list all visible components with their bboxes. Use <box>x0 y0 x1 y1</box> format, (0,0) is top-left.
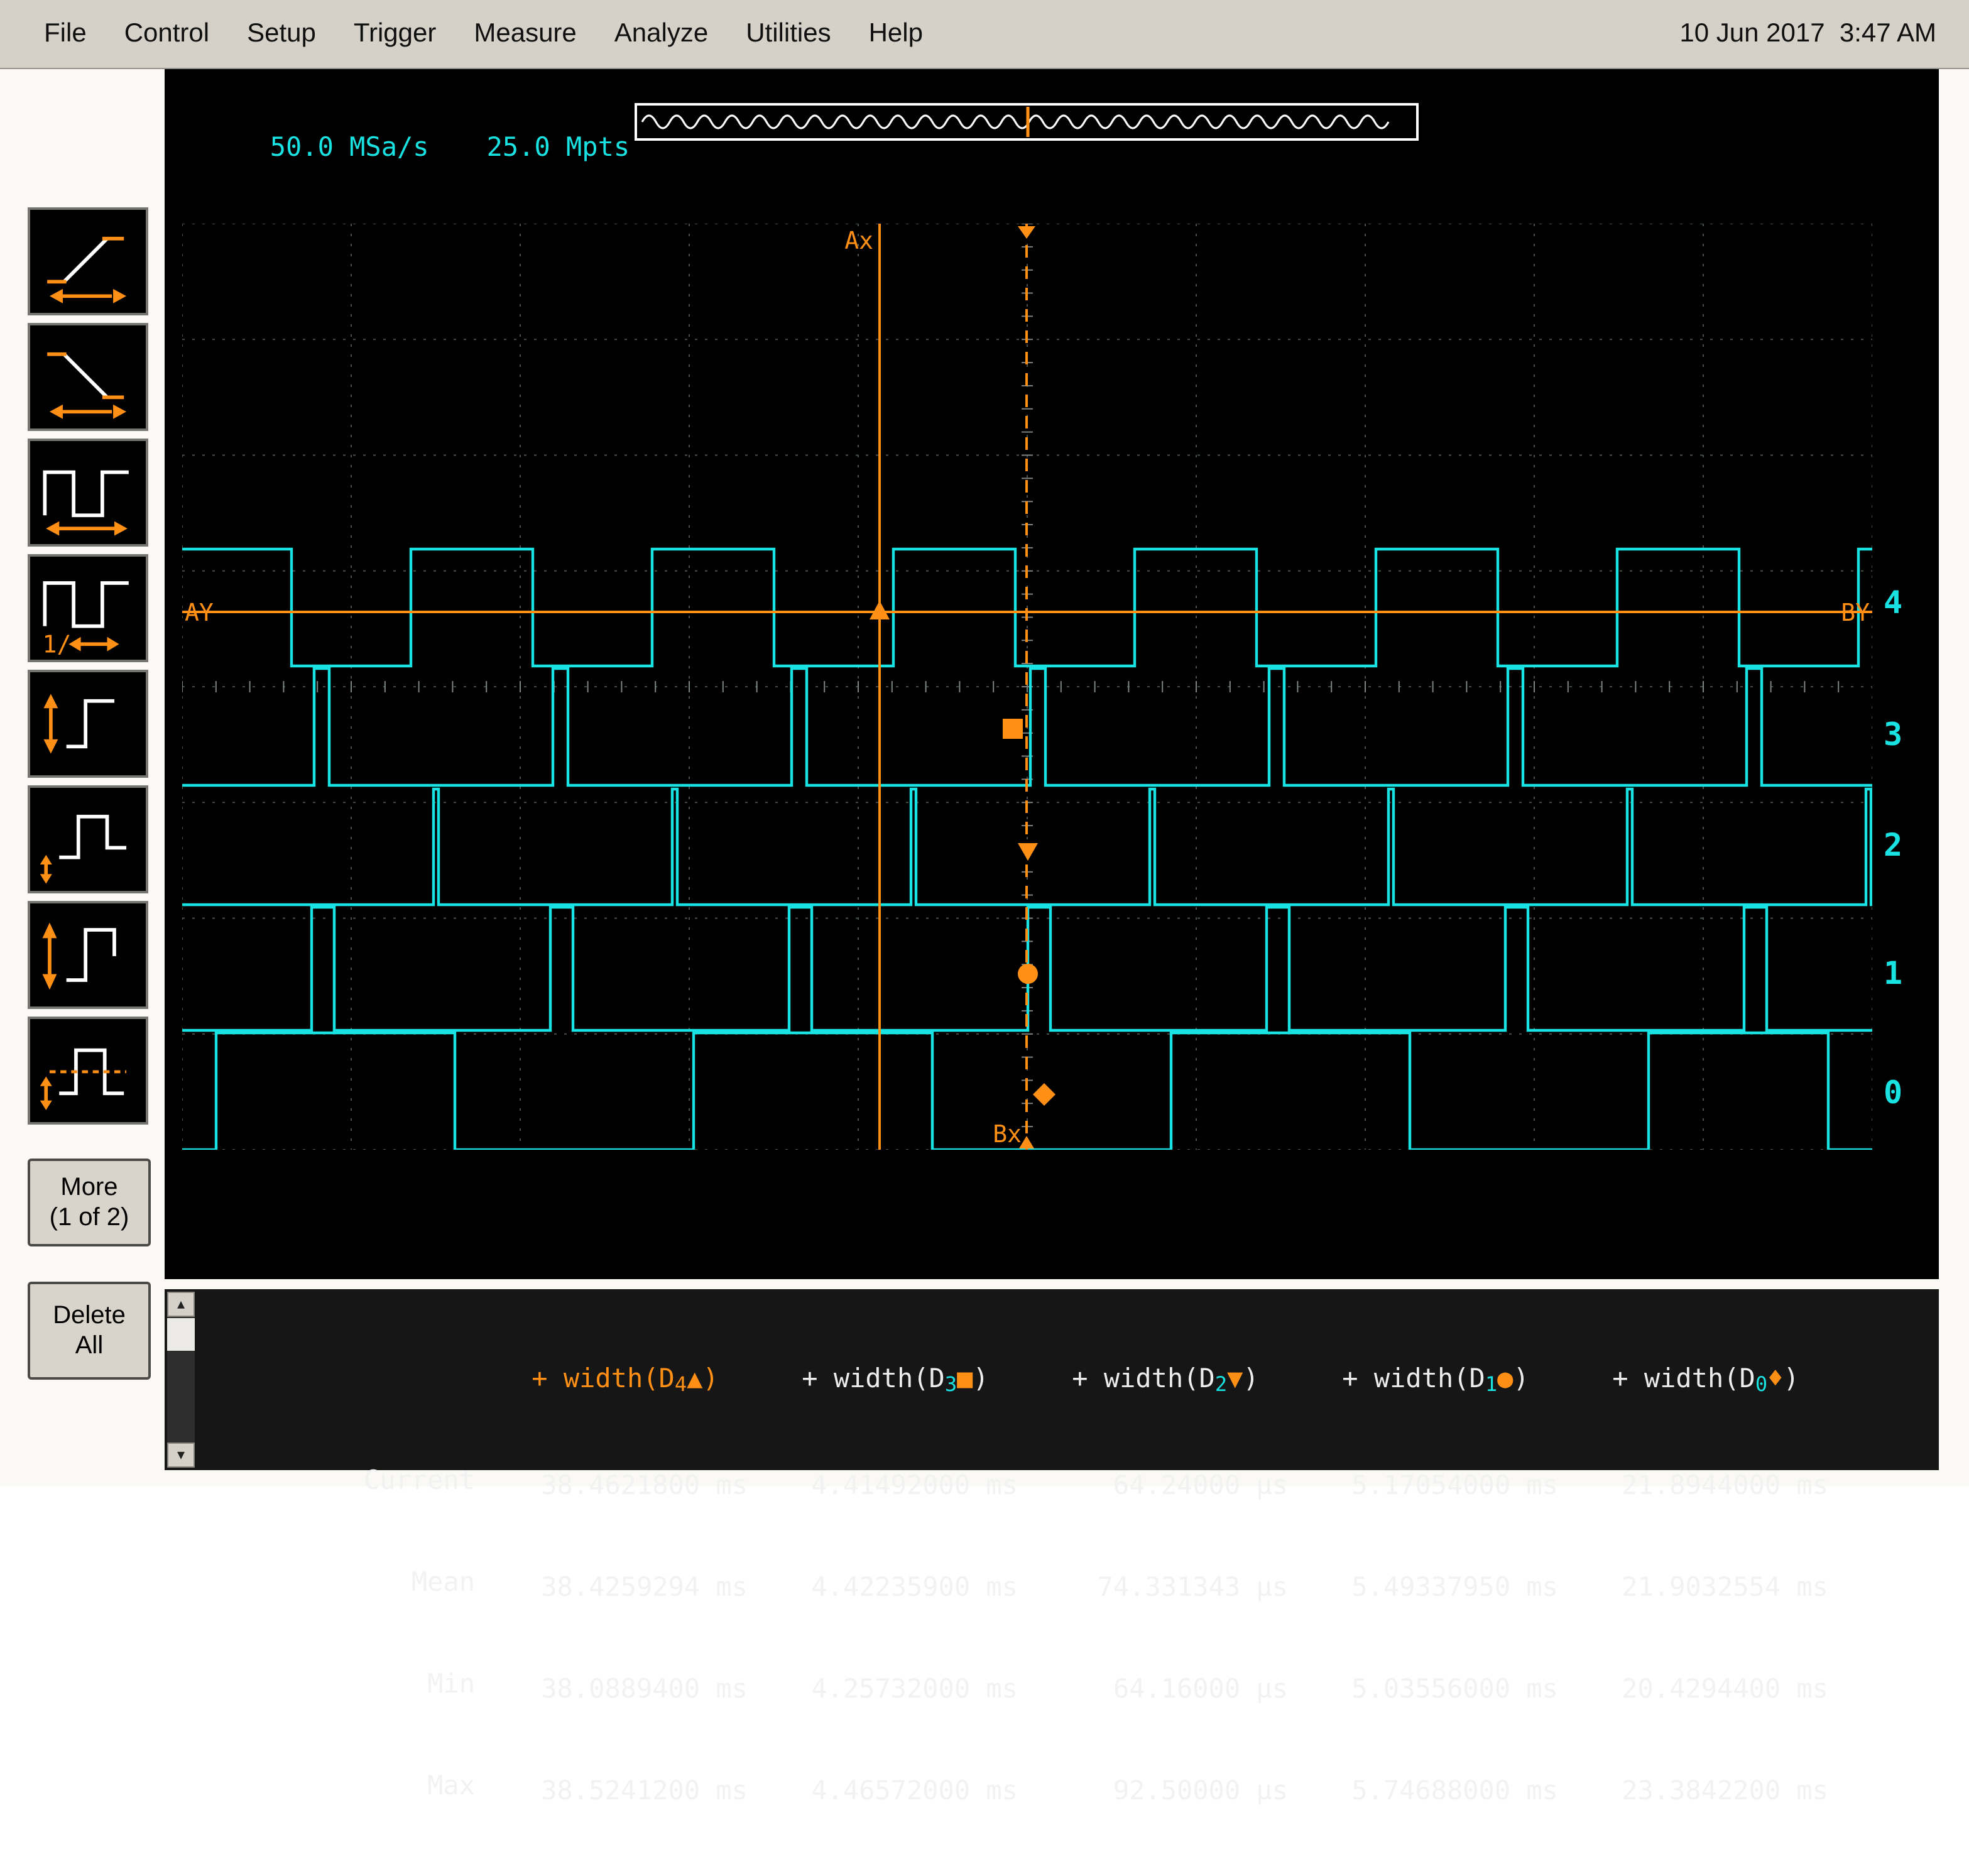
marker-d0-diamond[interactable] <box>1033 1083 1055 1106</box>
memory-depth: 25.0 Mpts <box>487 132 630 162</box>
measurement-results-panel: ▲ ▼ Current Mean Min Max + width(D4▲) 38… <box>165 1289 1939 1470</box>
measurement-column-d3: + width(D3■) 4.41492000 ms 4.42235900 ms… <box>773 1294 1018 1876</box>
measurement-header-d4[interactable]: + width(D4▲) <box>503 1362 748 1401</box>
menu-help[interactable]: Help <box>850 19 942 49</box>
menu-analyze[interactable]: Analyze <box>596 19 727 49</box>
measurement-row-labels: Current Mean Min Max <box>199 1294 475 1871</box>
marker-d2-triangle-down[interactable] <box>1018 843 1038 861</box>
channel-label-d0: 0 <box>1884 1074 1902 1111</box>
measurement-value: 21.8944000 ms <box>1583 1469 1828 1503</box>
scrollbar-thumb[interactable] <box>167 1318 195 1351</box>
overview-waveform <box>637 106 1416 138</box>
sample-rate: 50.0 MSa/s <box>270 132 429 162</box>
measure-v-average-button[interactable] <box>28 1017 148 1125</box>
measure-v-peak-peak-button[interactable] <box>28 901 148 1009</box>
frequency-icon: 1/ <box>30 557 146 660</box>
measurement-header-d0[interactable]: + width(D0♦) <box>1583 1362 1828 1401</box>
measure-pulse-width-button[interactable] <box>28 439 148 547</box>
scroll-down-button[interactable]: ▼ <box>167 1442 195 1468</box>
marker-d3-square[interactable] <box>1003 719 1023 739</box>
svg-text:1/: 1/ <box>43 631 72 658</box>
delete-all-label-1: Delete <box>53 1301 126 1331</box>
v-average-icon <box>30 1019 146 1122</box>
measurement-column-d4: + width(D4▲) 38.4621800 ms 38.4259294 ms… <box>503 1294 748 1876</box>
row-label-max: Max <box>199 1769 475 1803</box>
measurement-header-d3[interactable]: + width(D3■) <box>773 1362 1018 1401</box>
scroll-up-button[interactable]: ▲ <box>167 1292 195 1317</box>
menu-bar: File Control Setup Trigger Measure Analy… <box>0 0 1969 69</box>
measurement-column-d1: + width(D1●) 5.17054000 ms 5.49337950 ms… <box>1313 1294 1558 1876</box>
cursor-by-label: BY <box>1841 599 1870 626</box>
waveform-display[interactable]: Ax AY BY Bx <box>182 224 1872 1150</box>
rise-time-icon <box>30 210 146 313</box>
v-top-icon <box>30 788 146 891</box>
measure-frequency-button[interactable]: 1/ <box>28 554 148 662</box>
measurement-value: 4.42235900 ms <box>773 1571 1018 1605</box>
cursor-bx-label: Bx <box>993 1120 1022 1148</box>
measurement-value: 38.5241200 ms <box>503 1774 748 1808</box>
channel-label-d4: 4 <box>1884 584 1902 621</box>
waveform-screen: 50.0 MSa/s 25.0 Mpts Ax AY BY Bx <box>165 69 1939 1279</box>
measurement-value: 21.9032554 ms <box>1583 1571 1828 1605</box>
measurement-value: 4.46572000 ms <box>773 1774 1018 1808</box>
more-label: More <box>60 1172 117 1202</box>
measurement-value: 5.49337950 ms <box>1313 1571 1558 1605</box>
overshoot-icon <box>30 672 146 775</box>
menu-file[interactable]: File <box>25 19 106 49</box>
results-scrollbar[interactable]: ▲ ▼ <box>167 1292 195 1468</box>
bx-top-marker[interactable] <box>1018 226 1035 239</box>
more-page-indicator: (1 of 2) <box>50 1202 129 1233</box>
row-label-current: Current <box>199 1464 475 1498</box>
delete-all-label-2: All <box>75 1331 103 1361</box>
measure-rise-time-button[interactable] <box>28 207 148 315</box>
menu-control[interactable]: Control <box>106 19 228 49</box>
measure-fall-time-button[interactable] <box>28 323 148 431</box>
measurement-value: 64.16000 µs <box>1043 1672 1288 1706</box>
datetime-display: 10 Jun 2017 3:47 AM <box>1679 19 1936 49</box>
measurement-value: 38.4259294 ms <box>503 1571 748 1605</box>
measurement-value: 5.74688000 ms <box>1313 1774 1558 1808</box>
marker-d1-circle[interactable] <box>1018 964 1038 984</box>
channel-label-d3: 3 <box>1884 716 1902 753</box>
channel-label-d2: 2 <box>1884 827 1902 863</box>
menu-measure[interactable]: Measure <box>455 19 595 49</box>
measurement-header-d1[interactable]: + width(D1●) <box>1313 1362 1558 1401</box>
menu-trigger[interactable]: Trigger <box>335 19 455 49</box>
channel-label-d1: 1 <box>1884 955 1902 991</box>
measurement-value: 38.4621800 ms <box>503 1469 748 1503</box>
menu-utilities[interactable]: Utilities <box>727 19 849 49</box>
oscilloscope-app: File Control Setup Trigger Measure Analy… <box>0 0 1969 1486</box>
measurement-value: 23.3842200 ms <box>1583 1774 1828 1808</box>
measurement-value: 5.03556000 ms <box>1313 1672 1558 1706</box>
acquisition-status: 50.0 MSa/s 25.0 Mpts <box>175 102 630 192</box>
fall-time-icon <box>30 325 146 428</box>
measurement-value: 64.24000 µs <box>1043 1469 1288 1503</box>
v-peak-peak-icon <box>30 903 146 1006</box>
measurement-column-d0: + width(D0♦) 21.8944000 ms 21.9032554 ms… <box>1583 1294 1828 1876</box>
measurement-value: 20.4294400 ms <box>1583 1672 1828 1706</box>
measurement-value: 4.41492000 ms <box>773 1469 1018 1503</box>
measurement-value: 92.50000 µs <box>1043 1774 1288 1808</box>
measurement-value: 4.25732000 ms <box>773 1672 1018 1706</box>
cursor-ay-label: AY <box>185 599 214 626</box>
marker-d4-triangle[interactable] <box>870 601 890 619</box>
menu-setup[interactable]: Setup <box>228 19 335 49</box>
row-label-mean: Mean <box>199 1566 475 1600</box>
delete-all-button[interactable]: Delete All <box>28 1282 151 1380</box>
measure-v-top-button[interactable] <box>28 785 148 893</box>
cursor-ax-label: Ax <box>844 227 873 254</box>
measurement-value: 5.17054000 ms <box>1313 1469 1558 1503</box>
measurement-header-d2[interactable]: + width(D2▼) <box>1043 1362 1288 1401</box>
more-tools-button[interactable]: More (1 of 2) <box>28 1159 151 1246</box>
measurement-column-d2: + width(D2▼) 64.24000 µs 74.331343 µs 64… <box>1043 1294 1288 1876</box>
measurement-value: 38.0889400 ms <box>503 1672 748 1706</box>
row-label-min: Min <box>199 1667 475 1701</box>
measure-overshoot-button[interactable] <box>28 670 148 778</box>
pulse-width-icon <box>30 441 146 544</box>
timebase-overview-bar[interactable] <box>635 103 1419 141</box>
measurement-value: 74.331343 µs <box>1043 1571 1288 1605</box>
